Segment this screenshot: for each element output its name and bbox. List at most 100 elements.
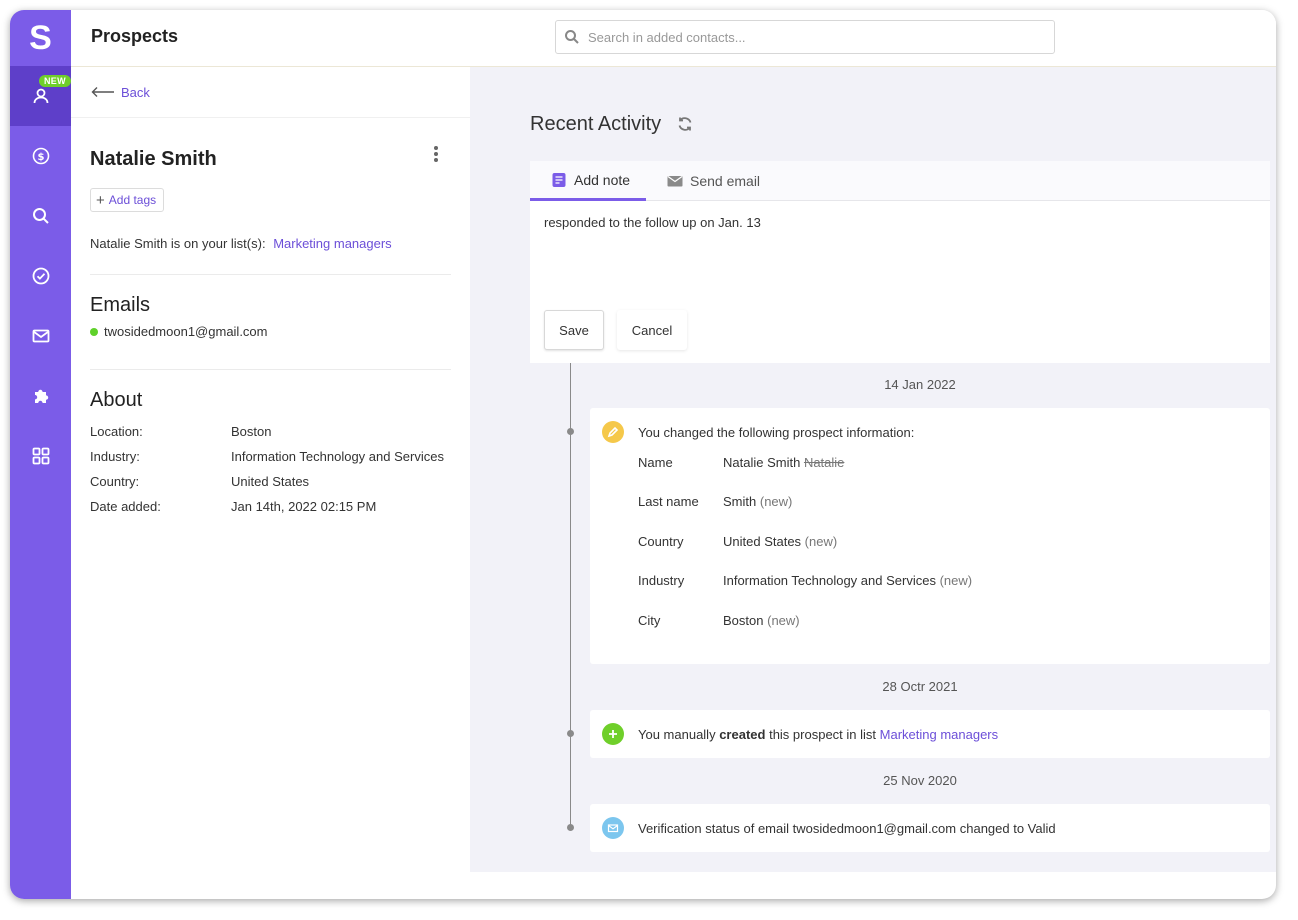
old-value: Natalie (803, 455, 845, 470)
tab-label: Add note (574, 171, 631, 188)
activity-text: Verification status of email twosidedmoo… (638, 821, 1056, 836)
divider (90, 274, 451, 275)
search-box[interactable] (555, 20, 1055, 54)
tab-send-email[interactable]: Send email (667, 161, 760, 201)
about-title: About (90, 389, 143, 411)
sidebar-item-search[interactable] (10, 186, 71, 246)
cancel-button[interactable]: Cancel (617, 310, 687, 350)
divider (90, 369, 451, 370)
timeline-date: 28 Octr 2021 (882, 679, 958, 694)
puzzle-icon (34, 389, 48, 403)
change-value: Natalie Smith Natalie (723, 455, 844, 470)
list-prefix: Natalie Smith is on your list(s): (90, 236, 266, 251)
new-tag: (new) (767, 613, 800, 628)
search-icon (32, 208, 49, 224)
plus-circle-icon (602, 723, 624, 745)
more-options-icon[interactable] (429, 143, 443, 165)
new-tag: (new) (939, 573, 973, 588)
add-tags-label: Add tags (108, 193, 157, 207)
timeline-date: 14 Jan 2022 (884, 377, 956, 392)
note-textarea[interactable]: responded to the follow up on Jan. 13 (544, 215, 761, 230)
change-value: Smith (new) (723, 494, 792, 509)
list-link[interactable]: Marketing managers (880, 727, 999, 742)
svg-text:$: $ (37, 152, 44, 163)
apps-grid-icon (32, 447, 49, 465)
timeline-dot (567, 730, 574, 737)
text-bold: created (719, 727, 766, 742)
list-link[interactable]: Marketing managers (273, 236, 392, 251)
sidebar-item-tasks[interactable] (10, 246, 71, 306)
editor-tabs: Add note Send email (530, 161, 1270, 201)
about-label: Industry: (90, 449, 140, 464)
contact-name: Natalie Smith (90, 148, 217, 170)
mail-circle-icon (602, 817, 624, 839)
search-input[interactable] (588, 29, 1028, 45)
activity-title: Recent Activity (530, 113, 662, 135)
add-tags-button[interactable]: + Add tags (90, 188, 165, 212)
new-value: United States (723, 534, 802, 549)
dollar-icon: $ (32, 147, 49, 165)
about-value: United States (231, 474, 310, 489)
activity-panel: Recent Activity Add note Send email resp… (470, 67, 1276, 872)
arrow-left-icon (91, 87, 114, 97)
activity-card-verification: Verification status of email twosidedmoo… (590, 804, 1270, 852)
check-circle-icon (32, 267, 49, 285)
activity-text: You manually created this prospect in li… (638, 727, 998, 742)
email-address: twosidedmoon1@gmail.com (104, 324, 268, 339)
text-mid: this prospect in list (769, 727, 877, 742)
tab-label: Send email (690, 173, 761, 189)
list-membership: Natalie Smith is on your list(s): Market… (90, 236, 392, 251)
topbar: Prospects (71, 10, 1276, 67)
back-link[interactable]: Back (121, 85, 150, 100)
activity-card-created: You manually created this prospect in li… (590, 710, 1270, 758)
sidebar-item-integrations[interactable] (10, 366, 71, 426)
timeline-date: 25 Nov 2020 (883, 773, 957, 788)
new-value: Natalie Smith (723, 455, 801, 470)
new-value: Smith (723, 494, 757, 509)
change-field: Name (638, 455, 673, 470)
tab-add-note[interactable]: Add note (530, 161, 646, 201)
emails-title: Emails (90, 294, 151, 316)
activity-text: You changed the following prospect infor… (638, 425, 915, 440)
about-label: Location: (90, 424, 143, 439)
sidebar-item-email[interactable] (10, 306, 71, 366)
app-window: S $ NEW Prospects Search in added contac… (10, 10, 1276, 899)
email-row: twosidedmoon1@gmail.com (90, 324, 268, 339)
pencil-icon (602, 421, 624, 443)
email-status-dot (90, 327, 98, 336)
new-value: Boston (723, 613, 764, 628)
about-value: Jan 14th, 2022 02:15 PM (231, 499, 377, 514)
change-value: Boston (new) (723, 613, 800, 628)
new-badge: NEW (39, 75, 71, 87)
change-field: Industry (638, 573, 685, 588)
page-title: Prospects (91, 26, 179, 46)
timeline-dot (567, 428, 574, 435)
about-value: Boston (231, 424, 272, 439)
mail-icon (32, 329, 49, 343)
refresh-icon[interactable] (675, 114, 695, 134)
change-field: City (638, 613, 661, 628)
note-icon (552, 172, 566, 187)
sidebar: S $ NEW (10, 10, 71, 899)
about-label: Country: (90, 474, 140, 489)
change-field: Country (638, 534, 684, 549)
timeline-dot (567, 824, 574, 831)
new-tag: (new) (759, 494, 793, 509)
sidebar-item-apps[interactable] (10, 426, 71, 486)
about-label: Date added: (90, 499, 161, 514)
app-logo[interactable]: S (10, 10, 71, 66)
save-button[interactable]: Save (544, 310, 604, 350)
plus-icon: + (96, 191, 105, 209)
note-editor: Add note Send email responded to the fol… (530, 161, 1270, 363)
about-value: Information Technology and Services (231, 449, 444, 464)
new-value: Information Technology and Services (723, 573, 936, 588)
activity-card-changes: You changed the following prospect infor… (590, 408, 1270, 664)
change-field: Last name (638, 494, 699, 509)
change-value: United States (new) (723, 534, 837, 549)
contact-panel: Back Natalie Smith + Add tags Natalie Sm… (71, 67, 470, 899)
new-tag: (new) (804, 534, 838, 549)
sidebar-item-pricing[interactable]: $ (10, 126, 71, 186)
envelope-icon (667, 176, 683, 187)
back-row[interactable]: Back (71, 67, 470, 118)
search-icon (565, 30, 579, 44)
